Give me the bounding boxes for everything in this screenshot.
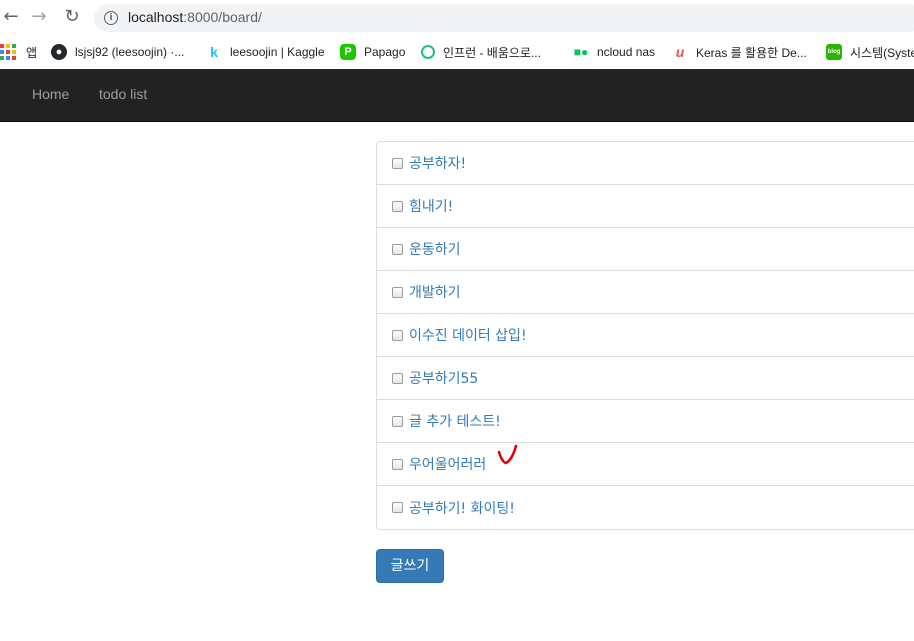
bookmark-blog[interactable]: blog 시스템(Syste (826, 42, 914, 62)
todo-checkbox[interactable] (392, 372, 403, 384)
list-item: 우어울어러러 (377, 443, 914, 486)
list-item: 공부하기! 화이팅! (377, 486, 914, 529)
todo-checkbox[interactable] (392, 458, 403, 470)
todo-link[interactable]: 공부하기55 (409, 368, 478, 388)
bookmark-ncloud[interactable]: ■● ncloud nas (573, 42, 655, 62)
list-item: 이수진 데이터 삽입! (377, 314, 914, 357)
list-item: 개발하기 (377, 271, 914, 314)
nav-home-link[interactable]: Home (32, 86, 69, 102)
bookmarks-bar: 앱 ● lsjsj92 (leesoojin) ·... k leesoojin… (0, 36, 914, 68)
list-item: 글 추가 테스트! (377, 400, 914, 443)
list-item: 공부하기55 (377, 357, 914, 400)
bookmark-apps[interactable]: 앱 (0, 42, 37, 62)
todo-checkbox[interactable] (392, 157, 403, 169)
red-check-annotation-icon (497, 444, 518, 465)
todo-checkbox[interactable] (392, 243, 403, 255)
ncloud-icon: ■● (573, 45, 589, 59)
bookmark-label: leesoojin | Kaggle (230, 45, 325, 59)
bookmark-udemy[interactable]: u Keras 를 활용한 De... (672, 42, 807, 62)
todo-checkbox[interactable] (392, 200, 403, 212)
list-item: 운동하기 (377, 228, 914, 271)
bookmark-label: 인프런 - 배움으로... (443, 45, 541, 60)
bookmark-label: 앱 (26, 45, 38, 60)
github-icon: ● (51, 44, 67, 60)
site-navbar: Home todo list (0, 69, 914, 122)
bookmark-kaggle[interactable]: k leesoojin | Kaggle (206, 42, 325, 62)
todo-link[interactable]: 공부하기! 화이팅! (409, 498, 515, 518)
todo-link[interactable]: 우어울어러러 (409, 454, 486, 474)
todo-link[interactable]: 개발하기 (409, 282, 461, 302)
bookmark-label: lsjsj92 (leesoojin) ·... (75, 45, 185, 59)
todo-list: 공부하자! 힘내기! 운동하기 개발하기 이수진 데이터 삽입! 공부하기55 … (376, 141, 914, 530)
url-text[interactable]: localhost:8000/board/ (128, 9, 262, 25)
todo-checkbox[interactable] (392, 502, 403, 513)
udemy-icon: u (675, 44, 685, 60)
bookmark-label: 시스템(Syste (850, 45, 914, 60)
todo-checkbox[interactable] (392, 329, 403, 341)
address-bar[interactable]: i localhost:8000/board/ (94, 4, 914, 32)
todo-link[interactable]: 공부하자! (409, 153, 466, 173)
bookmark-label: Keras 를 활용한 De... (696, 45, 807, 60)
todo-checkbox[interactable] (392, 415, 403, 427)
blog-icon: blog (826, 44, 842, 60)
bookmark-github[interactable]: ● lsjsj92 (leesoojin) ·... (51, 42, 184, 62)
bookmark-inflearn[interactable]: 인프런 - 배움으로... (421, 42, 541, 62)
info-icon[interactable]: i (104, 11, 118, 25)
kaggle-icon: k (210, 44, 218, 60)
apps-grid-icon (0, 44, 16, 60)
todo-link[interactable]: 이수진 데이터 삽입! (409, 325, 527, 345)
todo-checkbox[interactable] (392, 286, 403, 298)
bookmark-label: Papago (364, 45, 406, 59)
forward-arrow-icon[interactable]: → (28, 6, 50, 28)
inflearn-icon (421, 45, 435, 59)
todo-link[interactable]: 글 추가 테스트! (409, 411, 501, 431)
write-button[interactable]: 글쓰기 (376, 549, 444, 583)
list-item: 힘내기! (377, 185, 914, 228)
bookmark-label: ncloud nas (597, 45, 656, 59)
todo-link[interactable]: 운동하기 (409, 239, 461, 259)
reload-icon[interactable]: ↻ (61, 6, 83, 28)
list-item: 공부하자! (377, 142, 914, 185)
nav-todo-list-link[interactable]: todo list (99, 86, 147, 102)
browser-toolbar: ← → ↻ i localhost:8000/board/ (0, 0, 914, 36)
todo-link[interactable]: 힘내기! (409, 196, 453, 216)
back-arrow-icon[interactable]: ← (0, 6, 22, 28)
bookmark-papago[interactable]: P Papago (340, 42, 405, 62)
papago-icon: P (340, 44, 356, 60)
